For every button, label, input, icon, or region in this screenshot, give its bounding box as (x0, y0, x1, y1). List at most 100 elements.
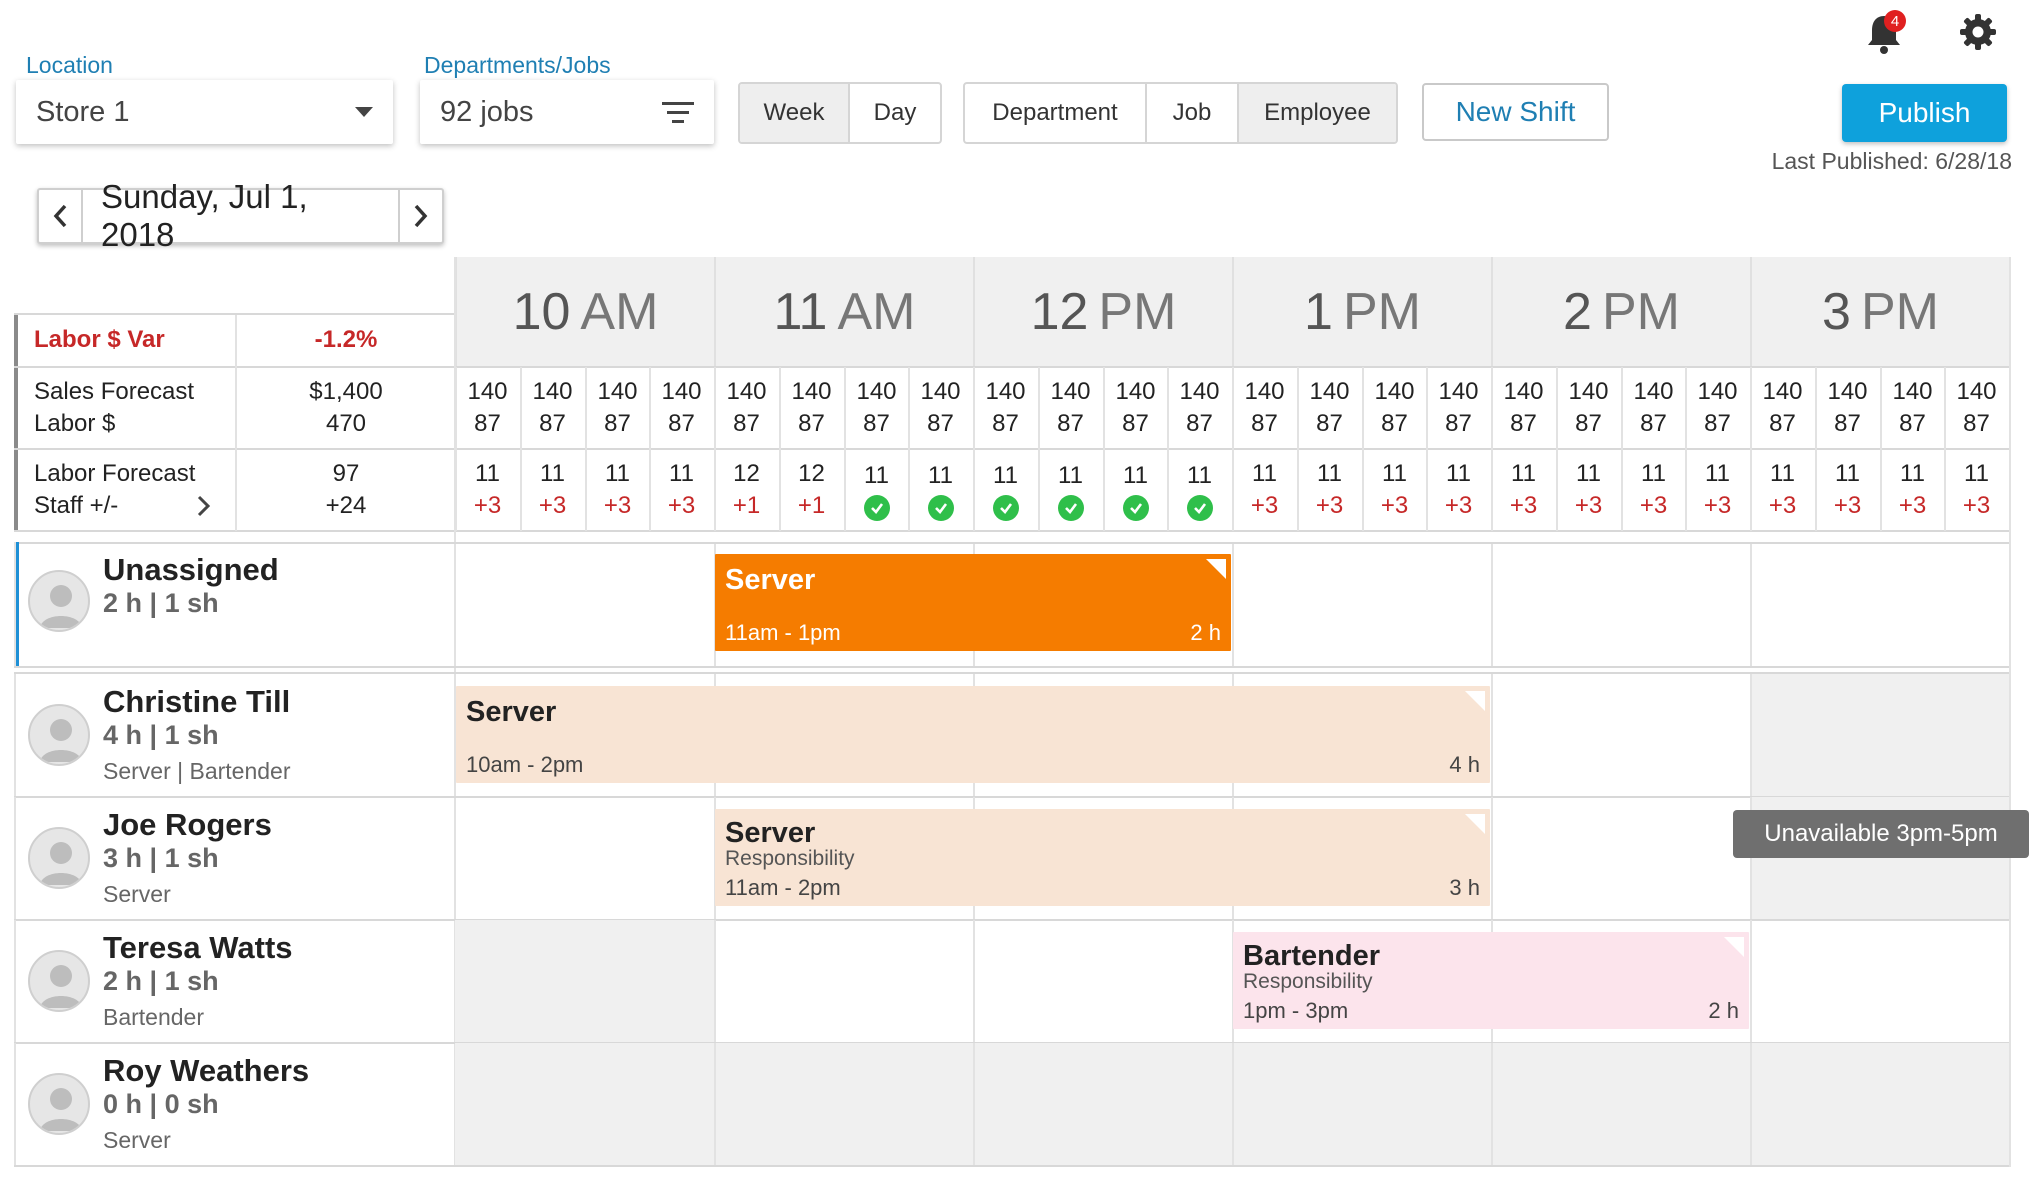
slot-labor: 87 (927, 410, 954, 437)
sales-forecast-label: Sales Forecast (34, 378, 195, 405)
hour-number: 2 (1563, 283, 1592, 341)
forecast-staff-slot: 11 +3 (1232, 454, 1297, 526)
slot-forecast: 11 (1705, 460, 1730, 487)
hour-header: 1 PM (1232, 257, 1491, 367)
employee-row-header[interactable]: Teresa Watts 2 h | 1 sh Bartender (16, 920, 454, 1042)
slot-forecast: 11 (1511, 460, 1536, 487)
hour-number: 11 (773, 283, 828, 341)
metrics-accent-bar (14, 315, 18, 531)
hour-header: 2 PM (1491, 257, 1750, 367)
forecast-staff-slot: 11 +3 (1491, 454, 1556, 526)
hour-ampm: PM (1860, 283, 1939, 341)
slot-forecast: 11 (669, 460, 694, 487)
forecast-staff-slot: 11 +3 (1556, 454, 1621, 526)
expand-staff-button[interactable] (196, 494, 212, 523)
shift-corner-flag (1465, 814, 1485, 834)
forecast-staff-slot: 11 +3 (1426, 454, 1491, 526)
slot-forecast: 11 (1058, 461, 1083, 489)
shift-block[interactable]: Bartender Responsibility 1pm - 3pm 2 h (1233, 932, 1749, 1029)
slot-sales: 140 (1762, 378, 1803, 405)
shift-block[interactable]: Server 10am - 2pm 4 h (456, 686, 1490, 783)
employee-hours: 4 h | 1 sh (103, 720, 219, 750)
shift-duration: 4 h (1449, 752, 1480, 777)
slot-forecast: 11 (1964, 460, 1989, 487)
divider (14, 448, 2011, 450)
sales-labor-slot: 140 87 (520, 372, 585, 444)
labor-dollar-value: 470 (325, 410, 367, 437)
sales-labor-slot: 140 87 (585, 372, 650, 444)
shift-time: 1pm - 3pm (1243, 998, 1349, 1023)
check-circle-icon (1122, 494, 1149, 521)
slot-labor: 87 (1445, 410, 1472, 437)
sales-labor-slot: 140 87 (1621, 372, 1686, 444)
slot-sales: 140 (1309, 378, 1350, 405)
slot-staff: +3 (1315, 492, 1344, 519)
slot-staff: +3 (1703, 492, 1732, 519)
forecast-staff-slot: 11 (1038, 454, 1103, 526)
schedule-grid: 10 AM 11 AM 12 PM 1 PM 2 PM 3 PM Labor $ Var -1.2% … (0, 0, 2036, 1190)
divider (714, 920, 716, 1042)
avatar-icon (28, 704, 90, 766)
slot-staff: +3 (1768, 492, 1797, 519)
slot-forecast: 11 (1187, 461, 1212, 489)
slot-forecast: 11 (1382, 460, 1407, 487)
divider (14, 1165, 2011, 1167)
divider (1750, 1043, 1752, 1165)
slot-staff: +1 (732, 492, 761, 519)
labor-var-label: Labor $ Var (34, 326, 165, 353)
employee-row-header[interactable]: Christine Till 4 h | 1 sh Server | Bartend… (16, 674, 454, 796)
slot-forecast: 11 (1446, 460, 1471, 487)
sales-labor-slot: 140 87 (455, 372, 520, 444)
slot-labor: 87 (1251, 410, 1278, 437)
divider (1491, 797, 1493, 919)
sales-labor-slot: 140 87 (1750, 372, 1815, 444)
slot-sales: 140 (1115, 378, 1156, 405)
shift-corner-flag (1465, 691, 1485, 711)
slot-labor: 87 (1834, 410, 1861, 437)
employee-hours: 2 h | 1 sh (103, 966, 219, 996)
forecast-staff-slot: 11 +3 (1880, 454, 1945, 526)
slot-staff: +3 (1639, 492, 1668, 519)
slot-sales: 140 (1633, 378, 1674, 405)
slot-labor: 87 (1057, 410, 1084, 437)
forecast-staff-slot: 11 +3 (1944, 454, 2009, 526)
sales-labor-slot: 140 87 (908, 372, 973, 444)
employee-hours: 0 h | 0 sh (103, 1089, 219, 1119)
slot-sales: 140 (1697, 378, 1738, 405)
divider (1750, 542, 1752, 666)
slot-sales: 140 (1050, 378, 1091, 405)
check-circle-icon (927, 494, 954, 521)
shift-block[interactable]: Server Responsibility 11am - 2pm 3 h (715, 809, 1490, 906)
shift-block[interactable]: Server 11am - 1pm 2 h (715, 554, 1231, 651)
forecast-staff-slot: 11 +3 (585, 454, 650, 526)
sales-labor-slot: 140 87 (1491, 372, 1556, 444)
slot-forecast: 11 (1641, 460, 1666, 487)
sales-labor-slot: 140 87 (1880, 372, 1945, 444)
slot-forecast: 11 (1317, 460, 1342, 487)
labor-forecast-value: 97 (332, 460, 360, 487)
slot-labor: 87 (539, 410, 566, 437)
employee-name: Teresa Watts (103, 930, 293, 965)
slot-sales: 140 (1438, 378, 1479, 405)
slot-staff: +3 (1574, 492, 1603, 519)
employee-row-header[interactable]: Unassigned 2 h | 1 sh (16, 542, 454, 666)
slot-staff: +3 (1250, 492, 1279, 519)
check-circle-icon (1186, 494, 1213, 521)
forecast-staff-slot: 11 (1103, 454, 1168, 526)
slot-forecast: 11 (605, 460, 630, 487)
employee-name: Joe Rogers (103, 807, 272, 842)
hour-number: 12 (1030, 283, 1089, 341)
employee-row-header[interactable]: Roy Weathers 0 h | 0 sh Server (16, 1043, 454, 1165)
divider (14, 366, 2011, 368)
forecast-staff-slot: 12 +1 (714, 454, 779, 526)
divider (1491, 674, 1493, 796)
sales-labor-slot: 140 87 (1038, 372, 1103, 444)
forecast-staff-slot: 11 (1167, 454, 1232, 526)
slot-sales: 140 (597, 378, 638, 405)
employee-row-header[interactable]: Joe Rogers 3 h | 1 sh Server (16, 797, 454, 919)
slot-forecast: 12 (798, 460, 825, 487)
slot-labor: 87 (668, 410, 695, 437)
hour-header-row: 10 AM 11 AM 12 PM 1 PM 2 PM 3 PM (455, 257, 2011, 367)
slot-sales: 140 (920, 378, 961, 405)
forecast-staff-slot: 11 (844, 454, 909, 526)
